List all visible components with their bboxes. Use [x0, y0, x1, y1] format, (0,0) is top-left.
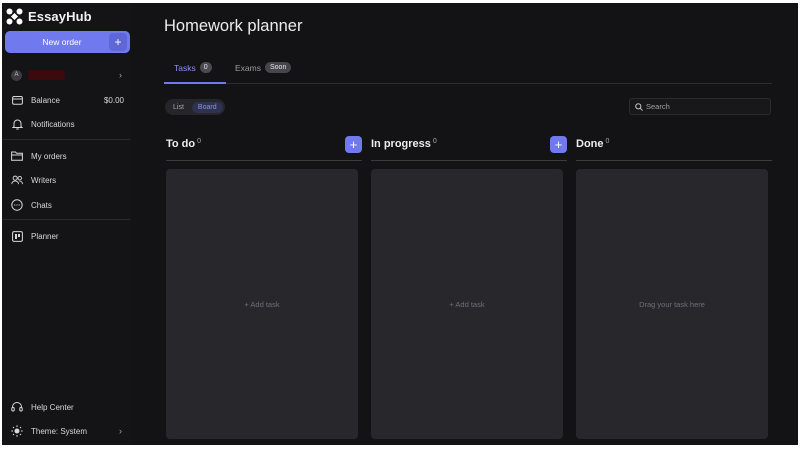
view-toggle: List Board — [165, 99, 225, 115]
essayhub-logo-icon — [6, 8, 23, 25]
sun-icon — [11, 425, 23, 437]
sidebar-item-balance[interactable]: Balance $0.00 — [2, 90, 132, 110]
sidebar-item-label: Notifications — [31, 119, 75, 129]
search-input[interactable] — [646, 102, 761, 111]
bell-icon — [11, 118, 23, 130]
headset-icon — [11, 401, 23, 413]
search-icon — [635, 98, 643, 116]
column-header-done: Done 0 — [576, 135, 772, 161]
drag-task-placeholder: Drag your task here — [639, 299, 705, 309]
brand-name: EssayHub — [28, 9, 92, 24]
column-header-todo: To do 0 + — [166, 135, 362, 161]
add-task-in-progress-button[interactable]: + — [550, 136, 567, 153]
count-badge: 0 — [199, 62, 212, 73]
column-title: Done 0 — [576, 138, 610, 150]
column-title: To do 0 — [166, 138, 202, 150]
balance-value: $0.00 — [103, 95, 124, 105]
sidebar-item-planner[interactable]: Planner — [2, 226, 132, 246]
column-title: In progress 0 — [371, 138, 437, 150]
search-box — [629, 98, 771, 115]
add-task-placeholder[interactable]: + Add task — [449, 300, 484, 309]
tab-label: Tasks — [174, 62, 196, 73]
tab-tasks[interactable]: Tasks 0 — [174, 62, 212, 73]
new-order-label: New order — [42, 37, 82, 47]
sidebar-item-notifications[interactable]: Notifications — [2, 114, 132, 134]
chevron-right-icon: › — [119, 70, 122, 80]
app-window: EssayHub New order + A › Balance $0.00 N… — [2, 3, 798, 445]
column-todo-dropzone[interactable]: + Add task — [166, 169, 358, 439]
tab-bar: Tasks 0 Exams Soon — [164, 60, 772, 84]
redacted-username — [28, 70, 65, 80]
sidebar-divider — [2, 219, 130, 220]
new-order-button[interactable]: New order + — [5, 31, 130, 53]
wallet-icon — [11, 94, 23, 106]
sidebar-item-my-orders[interactable]: My orders — [2, 146, 132, 166]
add-task-todo-button[interactable]: + — [345, 136, 362, 153]
active-tab-indicator — [164, 82, 226, 84]
sidebar-item-label: Chats — [31, 200, 52, 210]
theme-selector[interactable]: Theme: System › — [2, 421, 132, 441]
planner-icon — [11, 230, 23, 242]
avatar: A — [11, 69, 22, 81]
sidebar-divider — [2, 139, 130, 140]
column-in-progress-dropzone[interactable]: + Add task — [371, 169, 563, 439]
sidebar-item-label: Planner — [31, 231, 59, 241]
page-title: Homework planner — [164, 17, 303, 35]
chevron-right-icon: › — [119, 426, 122, 436]
chat-bubble-icon — [11, 199, 23, 211]
sidebar: EssayHub New order + A › Balance $0.00 N… — [2, 3, 132, 445]
sidebar-item-label: Help Center — [31, 402, 74, 412]
column-count: 0 — [197, 138, 202, 145]
view-list-button[interactable]: List — [167, 102, 190, 113]
column-count: 0 — [432, 138, 437, 145]
sidebar-item-label: Balance — [31, 95, 60, 105]
sidebar-item-label: My orders — [31, 151, 67, 161]
sidebar-item-writers[interactable]: Writers — [2, 170, 132, 190]
folder-icon — [11, 150, 23, 162]
tab-label: Exams — [235, 62, 261, 73]
new-order-plus-button[interactable]: + — [109, 33, 127, 51]
sidebar-item-chats[interactable]: Chats — [2, 195, 132, 215]
view-board-button[interactable]: Board — [191, 101, 223, 113]
brand-logo[interactable]: EssayHub — [6, 8, 92, 25]
column-count: 0 — [605, 138, 610, 145]
profile-menu[interactable]: A › — [2, 65, 132, 85]
soon-badge: Soon — [264, 62, 292, 73]
sidebar-item-label: Theme: System — [31, 426, 88, 436]
sidebar-item-help-center[interactable]: Help Center — [2, 397, 132, 417]
users-icon — [11, 174, 23, 186]
add-task-placeholder[interactable]: + Add task — [244, 300, 279, 309]
column-header-in-progress: In progress 0 + — [371, 135, 567, 161]
tab-exams[interactable]: Exams Soon — [235, 62, 292, 73]
column-done-dropzone[interactable]: Drag your task here — [576, 169, 768, 439]
sidebar-item-label: Writers — [31, 175, 57, 185]
